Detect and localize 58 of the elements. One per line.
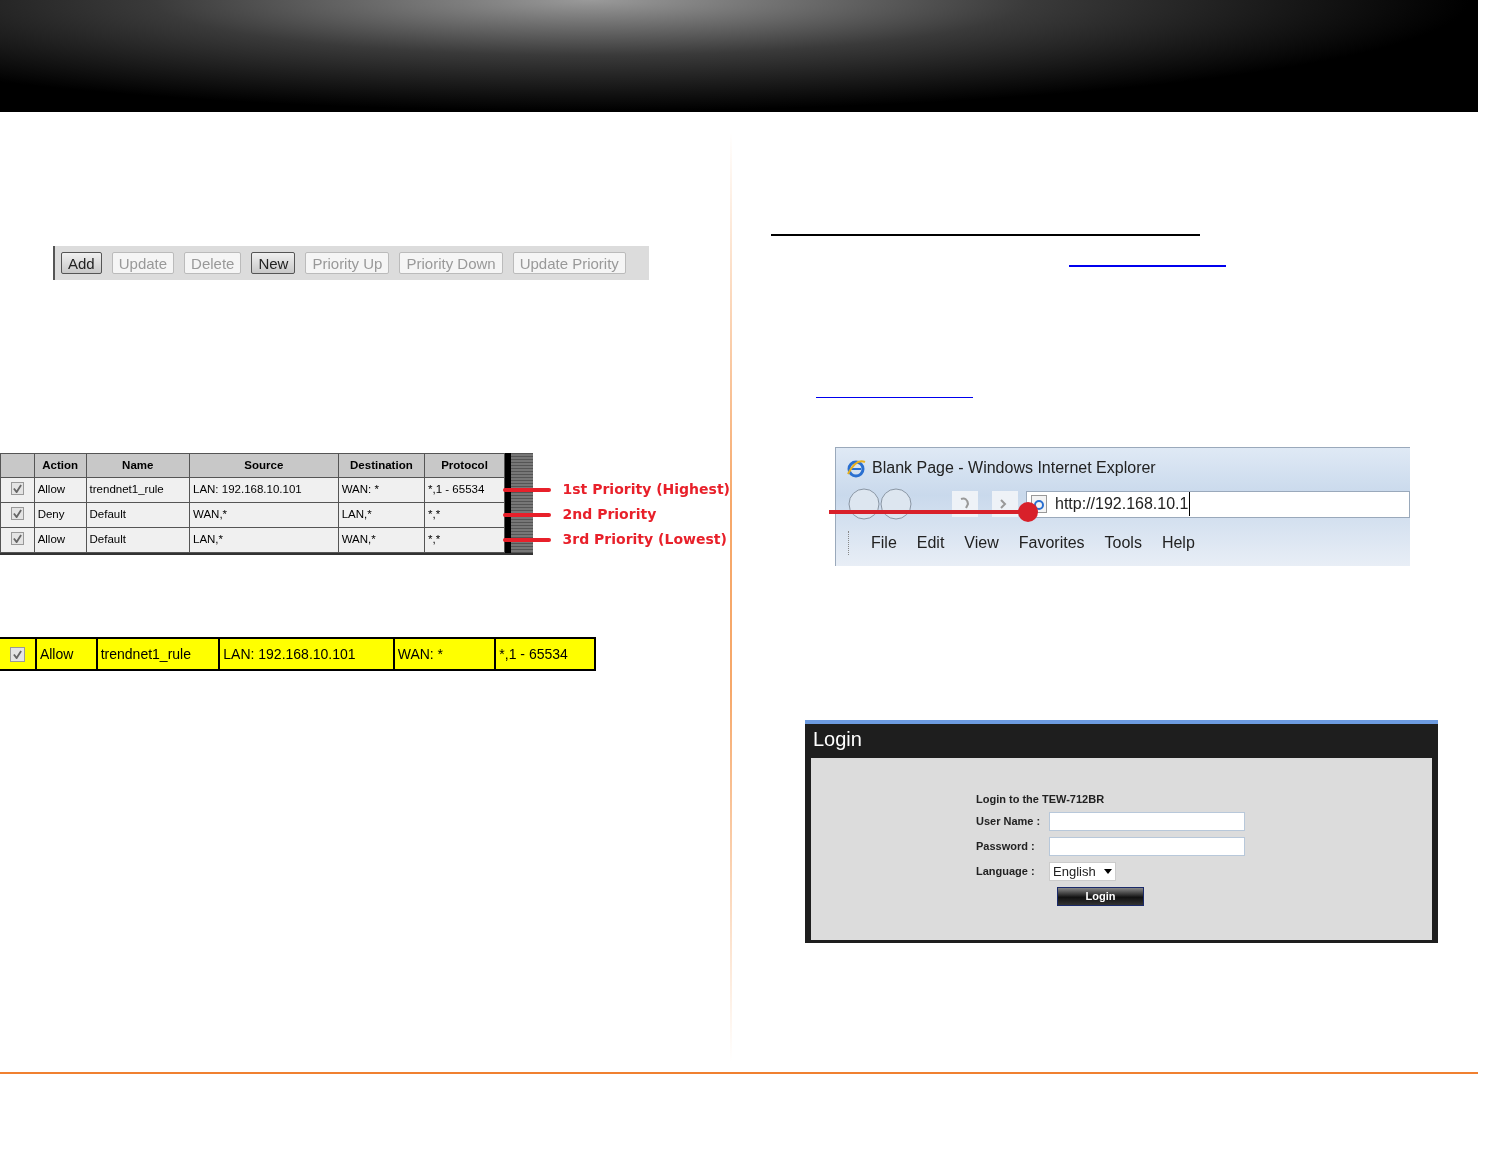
column-header: Action xyxy=(34,453,87,478)
table-cell: trendnet1_rule xyxy=(97,639,221,669)
checkmark-icon xyxy=(12,534,22,544)
checkbox[interactable] xyxy=(10,532,24,546)
table-cell: LAN: 192.168.10.101 xyxy=(189,477,339,503)
table-cell-text: *,1 - 65534 xyxy=(498,644,569,664)
checkmark-icon xyxy=(12,509,22,519)
username-field[interactable] xyxy=(1049,812,1245,831)
menu-item[interactable]: Favorites xyxy=(1018,531,1085,555)
table-cell: Allow xyxy=(34,477,87,503)
menu-item[interactable]: Help xyxy=(1161,531,1195,555)
table-cell: trendnet1_rule xyxy=(86,477,190,503)
toolbar-button[interactable]: New xyxy=(251,252,296,274)
table-cell: Deny xyxy=(34,502,87,528)
table-cell: *,* xyxy=(424,502,505,528)
priority-label: 3rd Priority (Lowest) xyxy=(562,530,727,549)
checkbox[interactable] xyxy=(10,507,24,521)
table-cell: *,1 - 65534 xyxy=(424,477,505,503)
checkmark-icon xyxy=(12,484,22,494)
dropdown-caret-icon xyxy=(1104,869,1112,874)
priority-label: 1st Priority (Highest) xyxy=(562,480,730,499)
password-field[interactable] xyxy=(1049,837,1245,856)
checkbox[interactable] xyxy=(10,482,24,496)
login-heading: Login to the TEW-712BR xyxy=(976,792,1106,807)
column-header: Source xyxy=(189,453,339,478)
table-cell: *,* xyxy=(424,527,505,553)
browser-logo-icon xyxy=(846,458,866,478)
table-cell: WAN,* xyxy=(189,502,339,528)
window-title: Blank Page - Windows Internet Explorer xyxy=(872,458,1156,478)
column-header: Destination xyxy=(338,453,425,478)
checkbox[interactable] xyxy=(9,646,25,662)
table-cell: Allow xyxy=(34,527,87,553)
language-select[interactable]: English xyxy=(1049,862,1116,881)
table-cell: LAN,* xyxy=(338,502,425,528)
login-title: Login xyxy=(812,727,863,752)
menu-item[interactable]: Tools xyxy=(1104,531,1142,555)
checkmark-icon xyxy=(12,649,22,659)
table-cell: Default xyxy=(86,502,190,528)
priority-label: 2nd Priority xyxy=(562,505,657,524)
toolbar-button[interactable]: Add xyxy=(61,252,102,274)
table-cell: LAN: 192.168.10.101 xyxy=(220,639,395,669)
table-cell: WAN: * xyxy=(394,639,497,669)
column-header: Protocol xyxy=(424,453,505,478)
address-bar[interactable]: http://192.168.10.1 xyxy=(1026,490,1410,518)
url-text: http://192.168.10.1 xyxy=(1055,492,1191,516)
field-label: Language : xyxy=(976,864,1036,880)
menu-item[interactable]: View xyxy=(964,531,999,555)
column-header: Name xyxy=(86,453,190,478)
table-cell: WAN,* xyxy=(338,527,425,553)
table-cell: LAN,* xyxy=(189,527,339,553)
table-cell: Default xyxy=(86,527,190,553)
table-cell: WAN: * xyxy=(338,477,425,503)
field-label: User Name : xyxy=(976,814,1042,830)
menu-item[interactable]: File xyxy=(871,531,897,555)
field-label: Password : xyxy=(976,839,1036,855)
login-button[interactable]: Login xyxy=(1057,887,1144,906)
menu-item[interactable]: Edit xyxy=(916,531,945,555)
table-cell: Allow xyxy=(36,639,98,669)
